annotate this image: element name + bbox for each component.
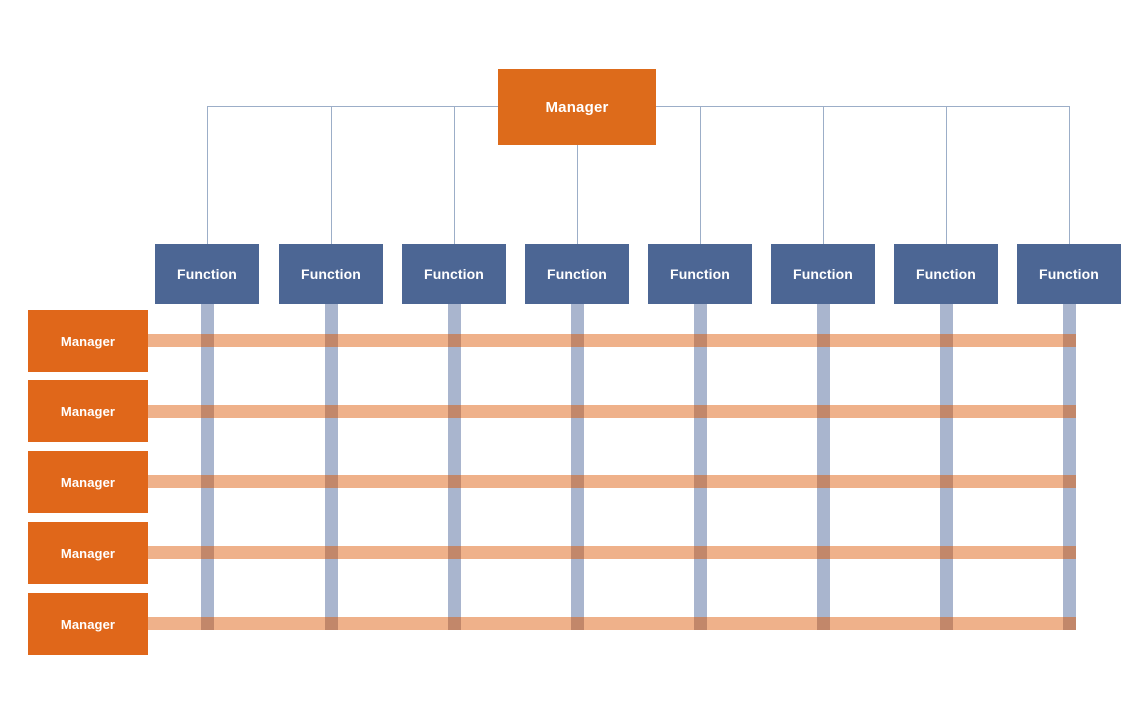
matrix-intersection-r4c1 <box>201 546 214 559</box>
matrix-band-horizontal-4 <box>148 546 1076 559</box>
matrix-intersection-r2c8 <box>1063 405 1076 418</box>
node-function-2[interactable]: Function <box>279 244 383 304</box>
matrix-intersection-r5c3 <box>448 617 461 630</box>
node-manager-row-2[interactable]: Manager <box>28 380 148 442</box>
node-top-manager-label: Manager <box>545 98 609 116</box>
node-manager-row-3[interactable]: Manager <box>28 451 148 513</box>
matrix-band-vertical-6 <box>817 304 830 630</box>
matrix-intersection-r4c6 <box>817 546 830 559</box>
matrix-intersection-r2c7 <box>940 405 953 418</box>
matrix-org-chart: Manager Function Function Function Funct… <box>0 0 1148 724</box>
node-manager-row-4-label: Manager <box>60 545 116 561</box>
node-function-3[interactable]: Function <box>402 244 506 304</box>
node-top-manager[interactable]: Manager <box>498 69 656 145</box>
matrix-band-horizontal-5 <box>148 617 1076 630</box>
matrix-intersection-r2c4 <box>571 405 584 418</box>
matrix-band-vertical-8 <box>1063 304 1076 630</box>
matrix-intersection-r3c2 <box>325 475 338 488</box>
node-function-6[interactable]: Function <box>771 244 875 304</box>
matrix-intersection-r1c6 <box>817 334 830 347</box>
node-manager-row-2-label: Manager <box>60 403 116 419</box>
matrix-intersection-r5c4 <box>571 617 584 630</box>
matrix-intersection-r5c6 <box>817 617 830 630</box>
matrix-intersection-r2c3 <box>448 405 461 418</box>
node-function-8[interactable]: Function <box>1017 244 1121 304</box>
node-function-8-label: Function <box>1039 266 1099 282</box>
matrix-intersection-r4c2 <box>325 546 338 559</box>
matrix-intersection-r1c2 <box>325 334 338 347</box>
node-manager-row-5-label: Manager <box>60 616 116 632</box>
matrix-intersection-r3c8 <box>1063 475 1076 488</box>
matrix-band-horizontal-3 <box>148 475 1076 488</box>
node-function-7[interactable]: Function <box>894 244 998 304</box>
matrix-intersection-r4c5 <box>694 546 707 559</box>
connector-to-function-7 <box>946 106 947 244</box>
node-function-1[interactable]: Function <box>155 244 259 304</box>
connector-to-function-8 <box>1069 106 1070 244</box>
matrix-intersection-r5c8 <box>1063 617 1076 630</box>
matrix-intersection-r1c4 <box>571 334 584 347</box>
node-function-1-label: Function <box>177 266 237 282</box>
matrix-intersection-r4c3 <box>448 546 461 559</box>
matrix-band-vertical-7 <box>940 304 953 630</box>
node-manager-row-5[interactable]: Manager <box>28 593 148 655</box>
node-function-6-label: Function <box>793 266 853 282</box>
connector-to-function-5 <box>700 106 701 244</box>
matrix-band-vertical-1 <box>201 304 214 630</box>
matrix-intersection-r1c3 <box>448 334 461 347</box>
matrix-intersection-r1c7 <box>940 334 953 347</box>
connector-to-function-1 <box>207 106 208 244</box>
matrix-intersection-r4c4 <box>571 546 584 559</box>
node-manager-row-4[interactable]: Manager <box>28 522 148 584</box>
matrix-intersection-r3c6 <box>817 475 830 488</box>
matrix-intersection-r2c5 <box>694 405 707 418</box>
matrix-intersection-r3c3 <box>448 475 461 488</box>
matrix-intersection-r3c4 <box>571 475 584 488</box>
node-function-4-label: Function <box>547 266 607 282</box>
matrix-intersection-r5c5 <box>694 617 707 630</box>
matrix-band-vertical-3 <box>448 304 461 630</box>
connector-to-function-6 <box>823 106 824 244</box>
matrix-intersection-r5c2 <box>325 617 338 630</box>
node-manager-row-1-label: Manager <box>60 333 116 349</box>
connector-to-function-3 <box>454 106 455 244</box>
matrix-intersection-r3c5 <box>694 475 707 488</box>
connector-to-function-2 <box>331 106 332 244</box>
matrix-intersection-r5c7 <box>940 617 953 630</box>
matrix-intersection-r2c2 <box>325 405 338 418</box>
node-function-3-label: Function <box>424 266 484 282</box>
matrix-intersection-r2c6 <box>817 405 830 418</box>
node-function-2-label: Function <box>301 266 361 282</box>
matrix-intersection-r2c1 <box>201 405 214 418</box>
matrix-intersection-r3c1 <box>201 475 214 488</box>
matrix-intersection-r1c1 <box>201 334 214 347</box>
matrix-intersection-r1c5 <box>694 334 707 347</box>
node-function-7-label: Function <box>916 266 976 282</box>
matrix-band-vertical-2 <box>325 304 338 630</box>
node-manager-row-1[interactable]: Manager <box>28 310 148 372</box>
matrix-band-horizontal-1 <box>148 334 1076 347</box>
node-function-5-label: Function <box>670 266 730 282</box>
node-manager-row-3-label: Manager <box>60 474 116 490</box>
node-function-5[interactable]: Function <box>648 244 752 304</box>
matrix-intersection-r3c7 <box>940 475 953 488</box>
node-function-4[interactable]: Function <box>525 244 629 304</box>
matrix-intersection-r4c7 <box>940 546 953 559</box>
matrix-band-vertical-5 <box>694 304 707 630</box>
matrix-intersection-r4c8 <box>1063 546 1076 559</box>
matrix-intersection-r5c1 <box>201 617 214 630</box>
matrix-band-horizontal-2 <box>148 405 1076 418</box>
matrix-band-vertical-4 <box>571 304 584 630</box>
matrix-intersection-r1c8 <box>1063 334 1076 347</box>
